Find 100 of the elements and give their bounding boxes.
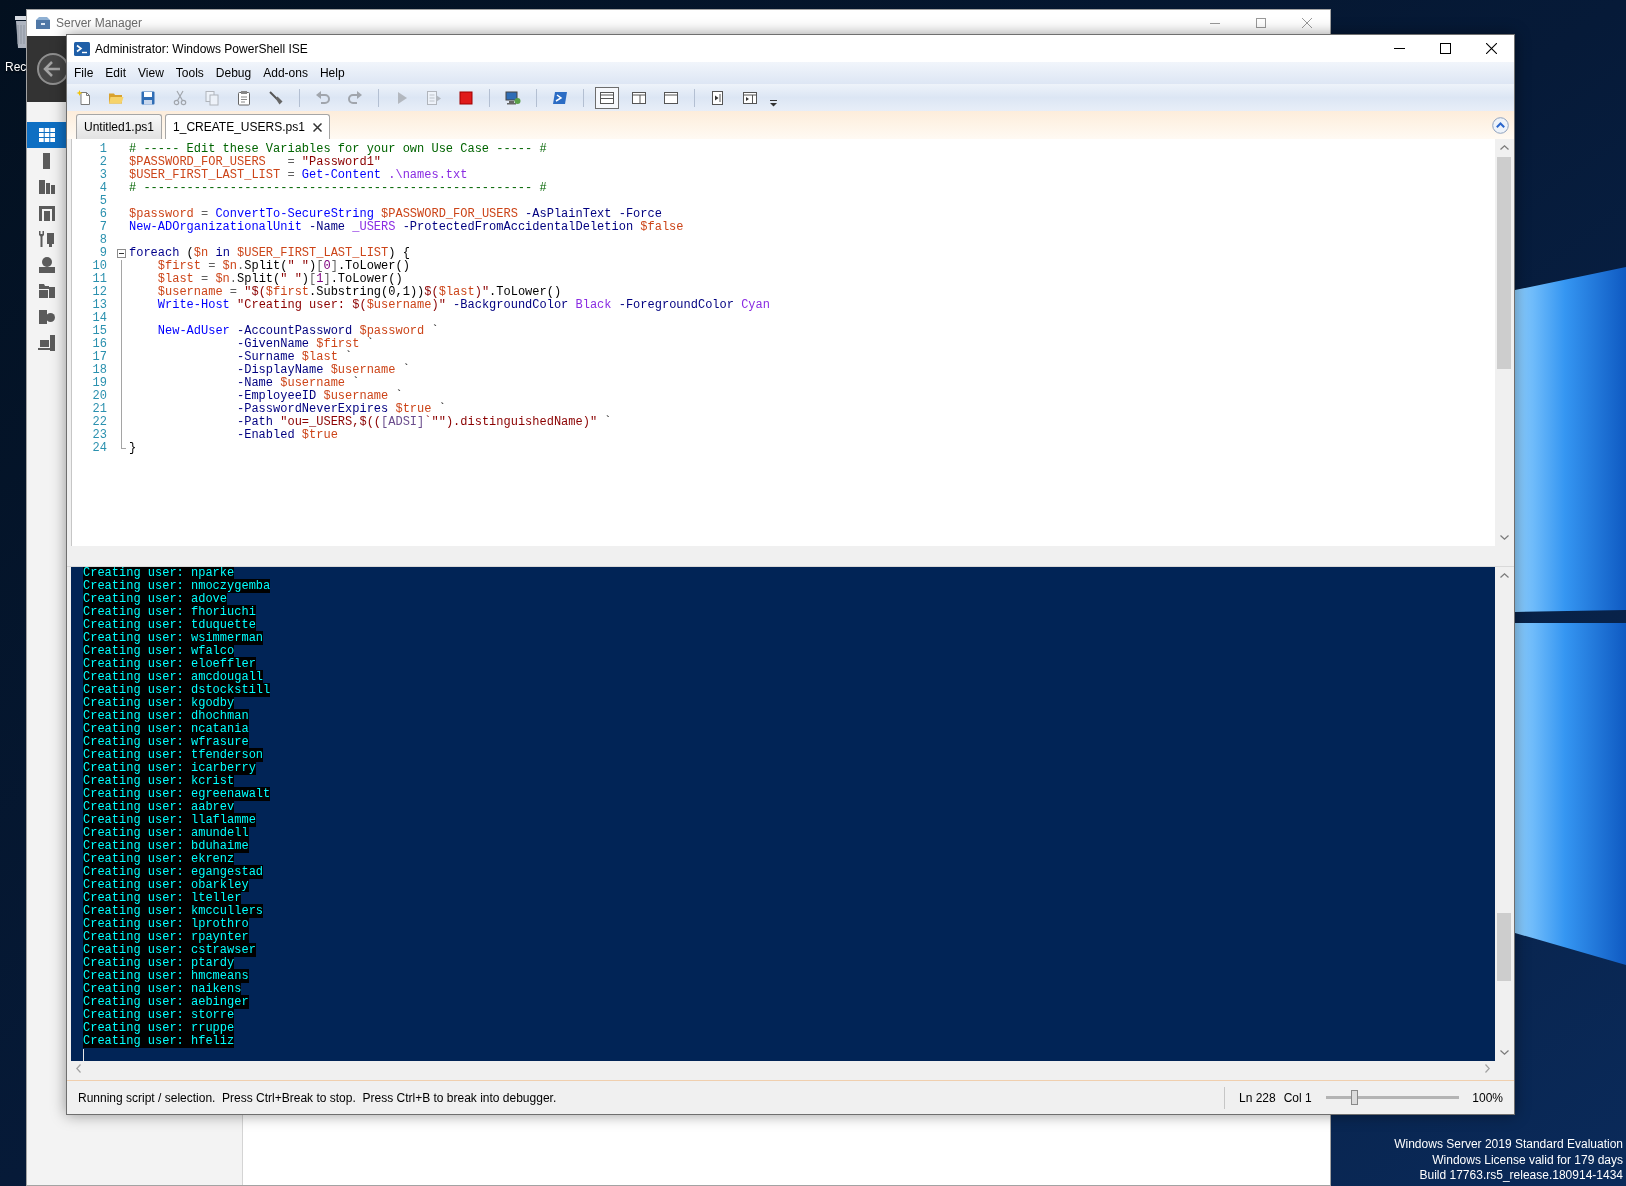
- window-title: Administrator: Windows PowerShell ISE: [95, 40, 308, 58]
- layout-top-icon: [599, 89, 615, 106]
- line-number: 13: [91, 299, 107, 312]
- clipboard-icon: [236, 89, 252, 106]
- close-icon: [1302, 18, 1312, 28]
- code-line: }: [129, 442, 137, 455]
- undo-icon: [315, 89, 331, 106]
- code-line: $PASSWORD_FOR_USERS = "Password1": [129, 156, 382, 169]
- minimize-icon: [1393, 48, 1405, 49]
- tab[interactable]: Untitled1.ps1: [76, 114, 163, 139]
- new-file-icon: [76, 89, 92, 106]
- scroll-down-icon[interactable]: [1499, 1050, 1509, 1055]
- laptop-server-icon: [38, 335, 55, 351]
- servers-icon: [38, 180, 55, 194]
- globe-server-icon: [38, 257, 55, 273]
- menu-item[interactable]: Help: [313, 62, 351, 84]
- line-number: 6: [98, 208, 107, 221]
- broom-icon: [268, 89, 284, 106]
- page-play-icon: [426, 89, 442, 106]
- code-line: $first = $n.Split(" ")[0].ToLower(): [156, 260, 410, 273]
- line-number: 14: [91, 312, 107, 325]
- server-rack-icon: [38, 205, 55, 221]
- maximize-icon: [1256, 18, 1266, 28]
- overflow-icon[interactable]: [770, 98, 777, 107]
- menu-item[interactable]: Add-ons: [257, 62, 314, 84]
- code-line: $password = ConvertTo-SecureString $PASSWORD_FOR_USERS -AsPlainText -Force: [129, 208, 662, 221]
- status-message: Running script / selection. Press Ctrl+Break to stop. Press Ctrl+B to break into debugger.: [78, 1089, 557, 1107]
- close-icon[interactable]: [312, 122, 322, 132]
- server-icon: [43, 153, 50, 169]
- window-title: Server Manager: [56, 15, 143, 32]
- code-line: -Enabled $true: [236, 429, 338, 442]
- nav-item[interactable]: [27, 122, 66, 148]
- back-icon[interactable]: [36, 51, 66, 87]
- code-line: -Surname $last `: [236, 351, 353, 364]
- stop-icon: [458, 89, 474, 106]
- line-number: 3: [98, 169, 107, 182]
- scissors-icon: [172, 89, 188, 106]
- collapse-icon[interactable]: [1492, 116, 1509, 134]
- menu-item[interactable]: File: [68, 62, 100, 84]
- line-number: 5: [98, 195, 107, 208]
- code-line: # ------------------------------------------------------ #: [129, 182, 547, 195]
- code-line: New-ADOrganizationalUnit -Name _USERS -ProtectedFromAccidentalDeletion $false: [129, 221, 684, 234]
- line-number: 7: [98, 221, 107, 234]
- code-line: $username = "$($first.Substring(0,1))$($last)".ToLower(): [156, 286, 562, 299]
- vertical-scrollbar[interactable]: [1495, 567, 1513, 1061]
- code-line: -Path "ou=_USERS,$(([ADSI]`"").distinguishedName)" `: [236, 416, 612, 429]
- line-number: 1: [98, 143, 107, 156]
- desktop-icon-label[interactable]: Rec: [5, 60, 27, 75]
- line-number: 2: [98, 156, 107, 169]
- scroll-up-icon[interactable]: [1499, 145, 1509, 150]
- slider-thumb[interactable]: [1350, 1090, 1358, 1105]
- layout-side-icon: [631, 89, 647, 106]
- tab[interactable]: 1_CREATE_USERS.ps1: [165, 114, 330, 139]
- menu-item[interactable]: Debug: [209, 62, 258, 84]
- console-pane[interactable]: [71, 567, 1513, 1061]
- grid-icon: [38, 128, 55, 142]
- layout-button[interactable]: [595, 86, 619, 109]
- desktop-notice-text: Windows License valid for 179 days: [1432, 1152, 1623, 1168]
- vertical-scrollbar[interactable]: [1495, 139, 1513, 546]
- menu-item[interactable]: Tools: [169, 62, 210, 84]
- code-line: Write-Host "Creating user: $($username)" -BackgroundColor Black -ForegroundColor Cyan: [156, 299, 770, 312]
- zoom-level: 100%: [1472, 1089, 1503, 1107]
- scroll-down-icon[interactable]: [1499, 535, 1509, 540]
- line-number: 8: [98, 234, 107, 247]
- recycle-bin-icon: [15, 13, 26, 49]
- copy-icon: [204, 89, 220, 106]
- line-number: 24: [91, 442, 107, 455]
- line-number: 15: [91, 325, 107, 338]
- line-number: 21: [91, 403, 107, 416]
- line-number: 17: [91, 351, 107, 364]
- menu-item[interactable]: Edit: [99, 62, 133, 84]
- maximize-icon: [1439, 43, 1451, 54]
- redo-icon: [347, 89, 363, 106]
- close-icon: [1485, 43, 1497, 54]
- text-cursor: [83, 1048, 84, 1061]
- scroll-thumb[interactable]: [1497, 913, 1511, 981]
- computer-icon: [505, 89, 521, 106]
- code-line: $last = $n.Split(" ")[1].ToLower(): [156, 273, 403, 286]
- powershell-icon: [552, 89, 568, 106]
- menu-item[interactable]: View: [132, 62, 170, 84]
- wrench-server-icon: [39, 231, 54, 247]
- scroll-up-icon[interactable]: [1499, 573, 1509, 578]
- code-line: foreach ($n in $USER_FIRST_LAST_LIST) {: [129, 247, 410, 260]
- folder-server-icon: [38, 284, 55, 298]
- line-number: 4: [98, 182, 107, 195]
- desktop-notice-text: Windows Server 2019 Standard Evaluation: [1394, 1137, 1623, 1153]
- cursor-line: Ln 228: [1239, 1089, 1276, 1107]
- scroll-thumb[interactable]: [1497, 157, 1511, 369]
- server-globe-icon: [38, 310, 55, 324]
- line-number: 18: [91, 364, 107, 377]
- toolbox-icon: [35, 16, 51, 30]
- layout-full-icon: [663, 89, 679, 106]
- line-number: 16: [91, 338, 107, 351]
- line-number: 11: [91, 273, 107, 286]
- line-number: 19: [91, 377, 107, 390]
- powershell-icon: [74, 40, 90, 57]
- code-line: # ----- Edit these Variables for your own Use Case ----- #: [129, 143, 547, 156]
- cursor-column: Col 1: [1283, 1088, 1312, 1107]
- line-number: 20: [91, 390, 107, 403]
- minus-box-icon[interactable]: [117, 249, 126, 258]
